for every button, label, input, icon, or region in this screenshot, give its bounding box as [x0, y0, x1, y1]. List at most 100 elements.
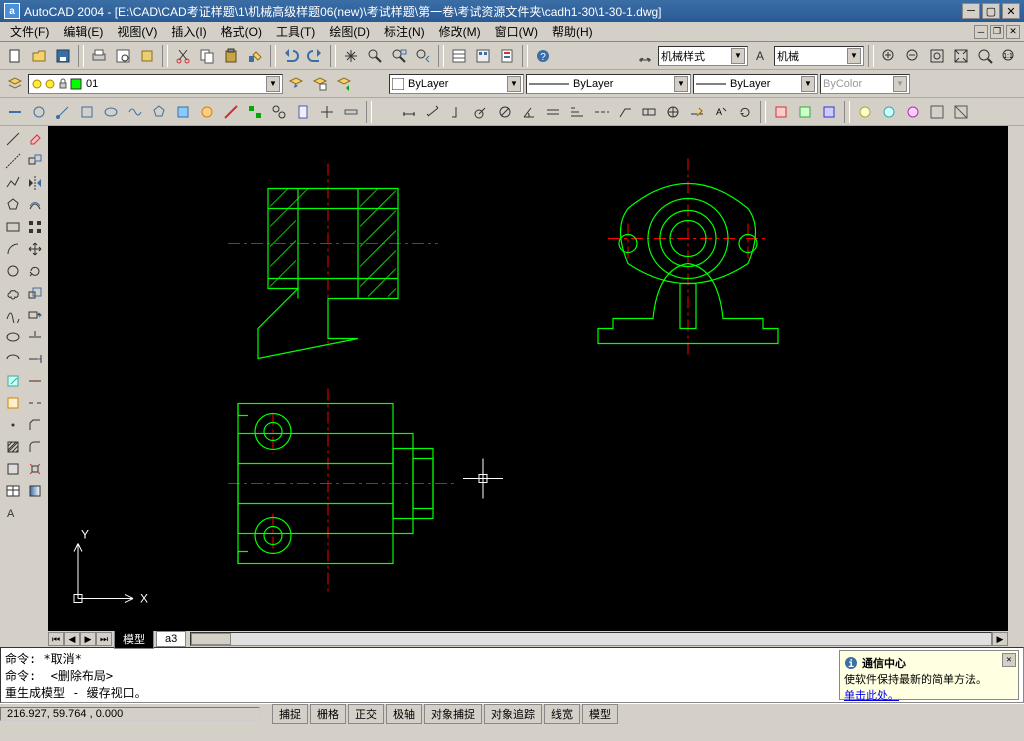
minimize-button[interactable]: ─ — [962, 3, 980, 19]
zoom-all-button[interactable] — [950, 45, 972, 67]
move-button[interactable] — [24, 238, 45, 259]
mod-b1[interactable] — [770, 101, 792, 123]
dropdown-arrow-icon[interactable]: ▼ — [801, 76, 815, 92]
tool-a15[interactable] — [340, 101, 362, 123]
osnap-toggle[interactable]: 对象捕捉 — [424, 704, 482, 724]
otrack-toggle[interactable]: 对象追踪 — [484, 704, 542, 724]
menu-view[interactable]: 视图(V) — [111, 21, 163, 42]
tool-a4[interactable] — [76, 101, 98, 123]
dropdown-arrow-icon[interactable]: ▼ — [731, 48, 745, 64]
construction-line-button[interactable] — [2, 150, 23, 171]
mtext-button[interactable]: A — [2, 502, 23, 523]
line-button[interactable] — [2, 128, 23, 149]
ellipse-arc-button[interactable] — [2, 348, 23, 369]
erase-button[interactable] — [24, 128, 45, 149]
tool-a9[interactable] — [196, 101, 218, 123]
dim-angular-button[interactable] — [518, 101, 540, 123]
break-button[interactable] — [24, 392, 45, 413]
zoom-previous-button[interactable] — [412, 45, 434, 67]
tool-a6[interactable] — [124, 101, 146, 123]
paste-button[interactable] — [220, 45, 242, 67]
mod-c5[interactable] — [950, 101, 972, 123]
menu-draw[interactable]: 绘图(D) — [323, 21, 376, 42]
tool-a3[interactable] — [52, 101, 74, 123]
plot-preview-button[interactable] — [112, 45, 134, 67]
rectangle-button[interactable] — [2, 216, 23, 237]
break-at-point-button[interactable] — [24, 370, 45, 391]
mdi-restore-button[interactable]: ❐ — [990, 25, 1004, 39]
redo-button[interactable] — [304, 45, 326, 67]
dim-diameter-button[interactable] — [494, 101, 516, 123]
dimstyle-icon[interactable] — [634, 45, 656, 67]
rotate-button[interactable] — [24, 260, 45, 281]
mod-b3[interactable] — [818, 101, 840, 123]
copy-button[interactable] — [196, 45, 218, 67]
table-button[interactable] — [2, 480, 23, 501]
dim-linear-button[interactable] — [398, 101, 420, 123]
trim-button[interactable] — [24, 326, 45, 347]
command-window[interactable]: 命令: *取消* 命令: <删除布局> 重生成模型 - 缓存视口。 命令: ✕ … — [0, 647, 1024, 703]
menu-edit[interactable]: 编辑(E) — [57, 21, 109, 42]
spline-button[interactable] — [2, 304, 23, 325]
dim-baseline-button[interactable] — [566, 101, 588, 123]
menu-format[interactable]: 格式(O) — [215, 21, 268, 42]
mod-c1[interactable] — [854, 101, 876, 123]
new-button[interactable] — [4, 45, 26, 67]
dim-quick-button[interactable] — [542, 101, 564, 123]
design-center-button[interactable] — [472, 45, 494, 67]
tool-a14[interactable] — [316, 101, 338, 123]
zoom-scale-button[interactable]: 1:1 — [998, 45, 1020, 67]
polygon-button[interactable] — [2, 194, 23, 215]
tool-a2[interactable] — [28, 101, 50, 123]
ortho-toggle[interactable]: 正交 — [348, 704, 384, 724]
copy-object-button[interactable] — [24, 150, 45, 171]
drawing-canvas[interactable]: Y X — [48, 126, 1008, 631]
layer-manager-button[interactable] — [4, 73, 26, 95]
dim-aligned-button[interactable] — [422, 101, 444, 123]
tab-last-button[interactable]: ⏭ — [96, 632, 112, 646]
menu-help[interactable]: 帮助(H) — [546, 21, 599, 42]
dim-tedit-button[interactable]: A — [710, 101, 732, 123]
tab-layout-a3[interactable]: a3 — [156, 631, 186, 647]
make-block-button[interactable] — [2, 392, 23, 413]
dropdown-arrow-icon[interactable]: ▼ — [507, 76, 521, 92]
dim-leader-button[interactable] — [614, 101, 636, 123]
linetype-combo[interactable]: ByLayer ▼ — [526, 74, 691, 94]
balloon-link[interactable]: 单击此处。 — [844, 689, 899, 702]
extend-button[interactable] — [24, 348, 45, 369]
tab-next-button[interactable]: ▶ — [80, 632, 96, 646]
dim-continue-button[interactable] — [590, 101, 612, 123]
dim-tolerance-button[interactable] — [638, 101, 660, 123]
undo-button[interactable] — [280, 45, 302, 67]
tab-model[interactable]: 模型 — [114, 629, 154, 649]
polar-toggle[interactable]: 极轴 — [386, 704, 422, 724]
maximize-button[interactable]: ▢ — [982, 3, 1000, 19]
tool-a10[interactable] — [220, 101, 242, 123]
mod-c2[interactable] — [878, 101, 900, 123]
zoom-in-button[interactable] — [878, 45, 900, 67]
textstyle-combo[interactable]: 机械 ▼ — [774, 46, 864, 66]
point-button[interactable] — [2, 414, 23, 435]
cut-button[interactable] — [172, 45, 194, 67]
color-combo[interactable]: ByLayer ▼ — [389, 74, 524, 94]
help-button[interactable]: ? — [532, 45, 554, 67]
array-button[interactable] — [24, 216, 45, 237]
mirror-button[interactable] — [24, 172, 45, 193]
save-button[interactable] — [52, 45, 74, 67]
menu-insert[interactable]: 插入(I) — [165, 21, 212, 42]
tool-a13[interactable] — [292, 101, 314, 123]
open-button[interactable] — [28, 45, 50, 67]
menu-file[interactable]: 文件(F) — [4, 21, 55, 42]
gradient-button[interactable] — [24, 480, 45, 501]
tool-a12[interactable] — [268, 101, 290, 123]
mod-c3[interactable] — [902, 101, 924, 123]
dim-edit-button[interactable] — [686, 101, 708, 123]
stretch-button[interactable] — [24, 304, 45, 325]
coordinate-display[interactable]: 216.927, 59.764 , 0.000 — [0, 707, 260, 721]
layer-states-button[interactable] — [309, 73, 331, 95]
dimstyle-combo[interactable]: 机械样式 ▼ — [658, 46, 748, 66]
polyline-button[interactable] — [2, 172, 23, 193]
layer-previous-button[interactable] — [285, 73, 307, 95]
make-layer-current-button[interactable] — [333, 73, 355, 95]
properties-button[interactable] — [448, 45, 470, 67]
